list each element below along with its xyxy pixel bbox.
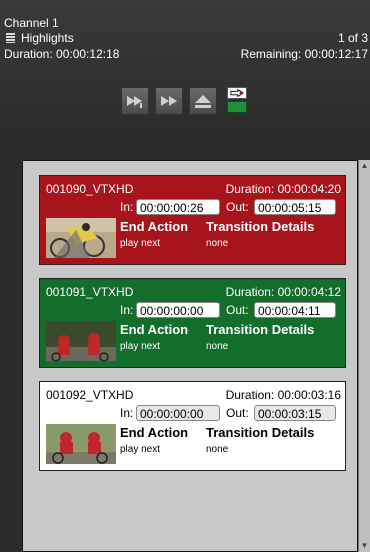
scroll-down-icon[interactable]: ▼ bbox=[359, 540, 370, 552]
out-point-field[interactable]: 00:00:03:15 bbox=[254, 405, 336, 421]
status-green-lamp bbox=[227, 101, 247, 113]
output-status-icon bbox=[227, 87, 247, 99]
clip-thumbnail bbox=[46, 218, 116, 258]
clip-thumbnail bbox=[46, 424, 116, 464]
out-point-field[interactable]: 00:00:04:11 bbox=[254, 302, 336, 318]
clip-item[interactable]: 001090_VTXHD Duration: 00:00:04:20 In: 0… bbox=[39, 175, 346, 265]
transition-details-label: Transition Details bbox=[206, 322, 315, 337]
in-label: In: bbox=[120, 303, 134, 317]
playlist-selector[interactable]: Highlights bbox=[6, 31, 74, 45]
clip-name: 001090_VTXHD bbox=[46, 182, 134, 196]
channel-header: Channel 1 Highlights 1 of 3 Duration: 00… bbox=[0, 0, 370, 150]
transition-details-value[interactable]: none bbox=[206, 238, 228, 249]
remaining-time: Remaining: 00:00:12:17 bbox=[240, 47, 368, 61]
out-label: Out: bbox=[226, 303, 249, 317]
fast-forward-icon bbox=[161, 96, 177, 106]
out-point-field[interactable]: 00:00:05:15 bbox=[254, 199, 336, 215]
skip-next-icon bbox=[127, 96, 142, 108]
out-label: Out: bbox=[226, 406, 249, 420]
clip-list-scrollbar[interactable]: ▲ ▼ bbox=[358, 160, 370, 552]
end-action-value[interactable]: play next bbox=[120, 444, 160, 455]
transition-details-value[interactable]: none bbox=[206, 341, 228, 352]
output-status-indicator[interactable] bbox=[225, 87, 249, 115]
in-point-field[interactable]: 00:00:00:00 bbox=[136, 302, 220, 318]
skip-next-button[interactable] bbox=[121, 87, 149, 115]
in-point-field[interactable]: 00:00:00:26 bbox=[136, 199, 220, 215]
playlist-position: 1 of 3 bbox=[337, 31, 368, 45]
eject-icon bbox=[195, 95, 211, 108]
total-duration: Duration: 00:00:12:18 bbox=[4, 47, 120, 61]
end-action-label: End Action bbox=[120, 322, 189, 337]
fast-forward-button[interactable] bbox=[155, 87, 183, 115]
end-action-label: End Action bbox=[120, 425, 189, 440]
clip-item[interactable]: 001092_VTXHD Duration: 00:00:03:16 In: 0… bbox=[39, 381, 346, 471]
in-label: In: bbox=[120, 406, 134, 420]
scroll-up-icon[interactable]: ▲ bbox=[359, 160, 370, 172]
eject-button[interactable] bbox=[189, 87, 217, 115]
clip-name: 001091_VTXHD bbox=[46, 285, 134, 299]
transition-details-value[interactable]: none bbox=[206, 444, 228, 455]
clip-name: 001092_VTXHD bbox=[46, 388, 134, 402]
clip-duration: Duration: 00:00:03:16 bbox=[225, 388, 341, 402]
transition-details-label: Transition Details bbox=[206, 425, 315, 440]
clip-item[interactable]: 001091_VTXHD Duration: 00:00:04:12 In: 0… bbox=[39, 278, 346, 368]
clip-thumbnail bbox=[46, 321, 116, 361]
transport-toolbar bbox=[121, 87, 249, 115]
end-action-value[interactable]: play next bbox=[120, 238, 160, 249]
in-point-field[interactable]: 00:00:00:00 bbox=[136, 405, 220, 421]
in-label: In: bbox=[120, 200, 134, 214]
transition-details-label: Transition Details bbox=[206, 219, 315, 234]
out-label: Out: bbox=[226, 200, 249, 214]
channel-title: Channel 1 bbox=[4, 16, 59, 30]
clip-duration: Duration: 00:00:04:12 bbox=[225, 285, 341, 299]
playlist-name: Highlights bbox=[21, 31, 74, 45]
list-icon bbox=[6, 33, 15, 43]
clip-duration: Duration: 00:00:04:20 bbox=[225, 182, 341, 196]
end-action-label: End Action bbox=[120, 219, 189, 234]
end-action-value[interactable]: play next bbox=[120, 341, 160, 352]
